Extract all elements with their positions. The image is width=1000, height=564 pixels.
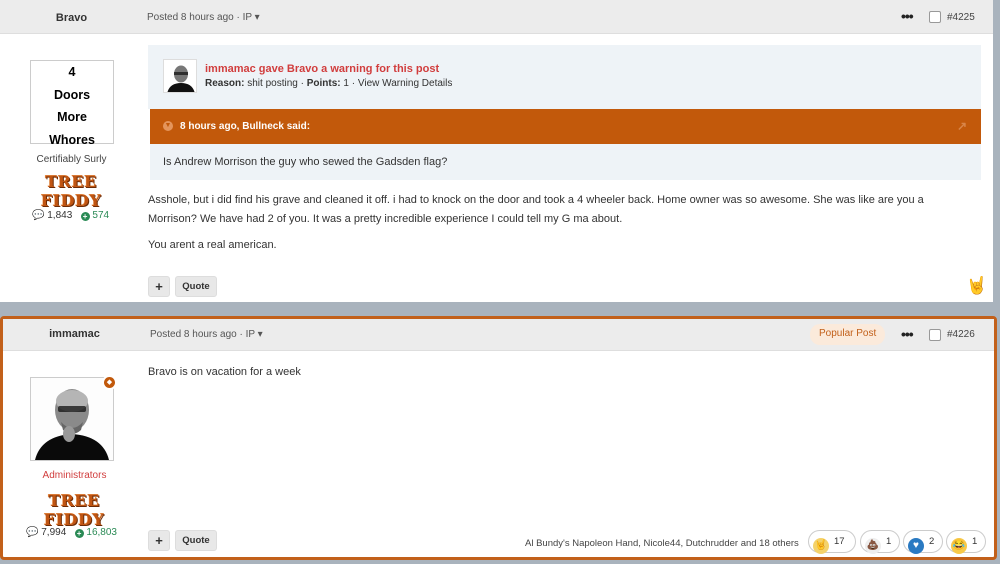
author-stats: 💬 7,994 + 16,803 [26,527,117,538]
separator: · [300,78,304,89]
quote-button[interactable]: Quote [175,530,217,551]
select-post-checkbox[interactable] [929,11,941,23]
post-number[interactable]: #4226 [947,329,975,340]
post-count: 1,843 [47,210,73,221]
react-icon[interactable]: 🤘 [966,276,987,296]
rock-on-icon: 🤘 [813,538,829,554]
member-title: Certifiably Surly [36,154,107,165]
quote-block: ▼ 8 hours ago, Bullneck said: ↗ Is Andre… [148,109,981,180]
avatar-line: 4 [68,65,76,79]
points-label: Points: [306,78,341,89]
view-warning-details-link[interactable]: View Warning Details [358,78,452,89]
poop-icon: 💩 [865,538,881,554]
post-header: immamac Posted 8 hours ago · IP ▾ Popula… [3,319,994,351]
reaction-laugh[interactable]: 😂 1 [946,530,986,554]
more-options-icon[interactable]: ••• [901,326,914,342]
avatar-line: Doors [53,87,91,102]
warning-details: Reason: shit posting · Points: 1 · View … [205,78,452,89]
avatar-line: Whores [49,132,95,147]
popular-post-badge: Popular Post [810,324,886,345]
avatar-line: More [57,110,87,124]
multiquote-button[interactable]: + [148,276,170,297]
body-paragraph: You arent a real american. [148,239,277,251]
author-name[interactable]: Bravo [0,12,143,24]
select-post-checkbox[interactable] [929,329,941,341]
reputation-count: 574 [92,210,110,221]
points-value: 1 [343,78,349,89]
reason-text: shit posting [247,78,298,89]
post-header: Bravo Posted 8 hours ago · IP ▾ ••• #422… [0,0,993,34]
admin-shield-icon: ◆ [102,375,117,390]
reaction-count: 1 [972,536,978,547]
post-body: Bravo is on vacation for a week [148,366,301,378]
reactions-summary[interactable]: Al Bundy's Napoleon Hand, Nicole44, Dutc… [525,538,799,549]
rank-badge: TREE FIDDY [40,172,102,210]
post-4226: immamac Posted 8 hours ago · IP ▾ Popula… [0,316,997,560]
body-line: Morrison? We have had 2 of you. It was a… [148,213,623,225]
reputation-icon: + [80,212,90,221]
member-group: Administrators [42,470,107,481]
warning-notice: immamac gave Bravo a warning for this po… [148,45,981,109]
warning-title: immamac gave Bravo a warning for this po… [205,63,440,75]
post-4225: Bravo Posted 8 hours ago · IP ▾ ••• #422… [0,0,993,302]
reaction-count: 2 [929,536,935,547]
body-line: Asshole, but i did find his grave and cl… [148,194,924,206]
reaction-rock-on[interactable]: 🤘 17 [808,530,856,554]
comment-icon: 💬 [32,210,45,221]
more-options-icon[interactable]: ••• [901,8,914,24]
rank-badge: TREE FIDDY [43,491,105,529]
quote-header[interactable]: ▼ 8 hours ago, Bullneck said: ↗ [150,109,981,144]
author-stats: 💬 1,843 + 574 [32,210,109,221]
reaction-heart[interactable]: ♥ 2 [903,530,943,554]
posted-time[interactable]: Posted 8 hours ago · IP ▾ [147,12,260,23]
laugh-icon: 😂 [951,538,967,554]
reputation-icon: + [74,529,84,538]
share-icon[interactable]: ↗ [957,119,967,133]
posted-time[interactable]: Posted 8 hours ago · IP ▾ [150,329,263,340]
warner-avatar[interactable] [163,59,197,93]
author-name[interactable]: immamac [3,328,146,340]
post-count: 7,994 [41,527,67,538]
post-body: Asshole, but i did find his grave and cl… [148,191,978,229]
avatar[interactable]: 4 Doors More Whores [30,60,114,147]
chevron-down-icon[interactable]: ▼ [163,121,173,131]
avatar[interactable]: ◆ [30,375,117,461]
reaction-poop[interactable]: 💩 1 [860,530,900,554]
multiquote-button[interactable]: + [148,530,170,551]
heart-icon: ♥ [908,538,924,554]
reaction-count: 17 [834,536,845,547]
reputation-count: 16,803 [86,527,117,538]
post-number[interactable]: #4225 [947,12,975,23]
quote-button[interactable]: Quote [175,276,217,297]
reaction-count: 1 [886,536,892,547]
separator: · [351,78,356,89]
quote-body: Is Andrew Morrison the guy who sewed the… [150,144,981,180]
reason-label: Reason: [205,78,245,89]
comment-icon: 💬 [26,527,39,538]
quote-citation: 8 hours ago, Bullneck said: [180,121,311,132]
